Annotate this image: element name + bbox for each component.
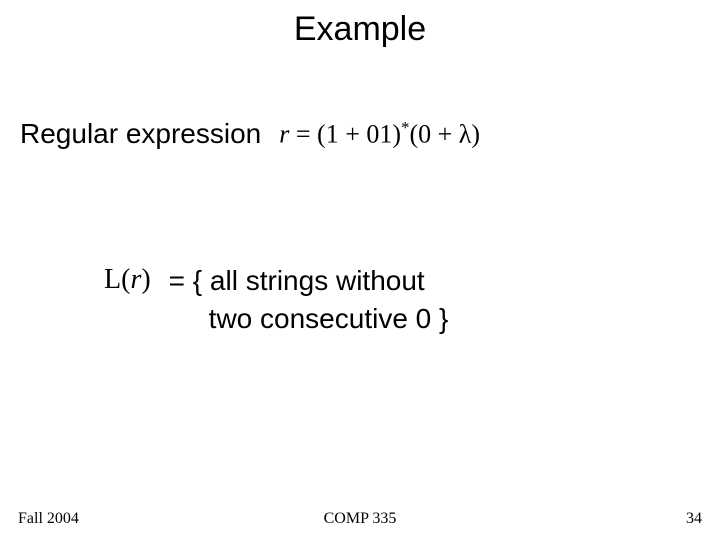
language-description: = { all strings without two consecutive … xyxy=(169,262,449,338)
language-L: L xyxy=(104,264,121,295)
footer-course: COMP 335 xyxy=(0,510,720,528)
description-line-1: = { all strings without xyxy=(169,262,449,300)
regex-group-1: (1 + 01) xyxy=(317,120,401,149)
footer-page-number: 34 xyxy=(686,510,702,528)
regex-formula: r = (1 + 01)*(0 + λ) xyxy=(279,118,480,150)
description-line-2: two consecutive 0 } xyxy=(169,300,449,338)
regex-group-2: (0 + λ) xyxy=(409,120,480,149)
language-var-r: r xyxy=(130,264,141,295)
regex-definition-line: Regular expression r = (1 + 01)*(0 + λ) xyxy=(20,118,480,150)
regex-var-r: r xyxy=(279,120,289,149)
regex-equals: = xyxy=(289,120,317,149)
paren-close: ) xyxy=(141,264,150,295)
regex-label: Regular expression xyxy=(20,118,261,150)
language-of-r: L(r) xyxy=(104,262,151,296)
language-description-block: L(r) = { all strings without two consecu… xyxy=(104,262,448,338)
slide-title: Example xyxy=(0,10,720,49)
